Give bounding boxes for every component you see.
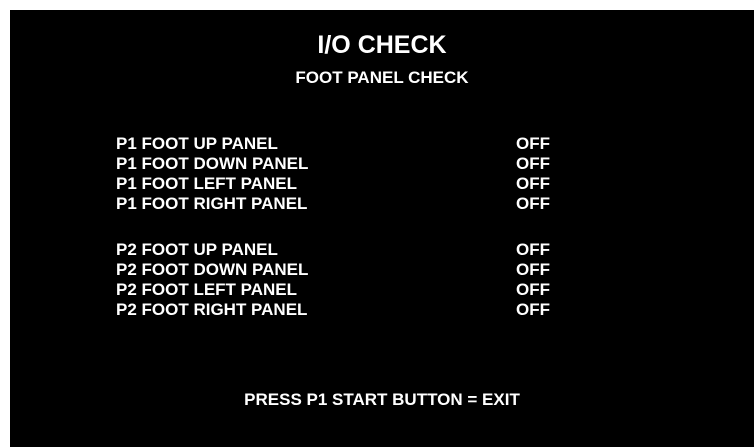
p2-panel-list: P2 FOOT UP PANEL OFF P2 FOOT DOWN PANEL …	[116, 240, 616, 320]
panel-state: OFF	[516, 260, 550, 279]
panel-label: P2 FOOT DOWN PANEL	[116, 260, 309, 279]
panel-row-p2-right: P2 FOOT RIGHT PANEL OFF	[116, 300, 616, 320]
panel-row-p2-down: P2 FOOT DOWN PANEL OFF	[116, 260, 616, 280]
panel-state: OFF	[516, 280, 550, 299]
panel-label: P1 FOOT RIGHT PANEL	[116, 194, 308, 213]
panel-label: P1 FOOT UP PANEL	[116, 134, 278, 153]
io-check-screen: I/O CHECK FOOT PANEL CHECK P1 FOOT UP PA…	[10, 10, 754, 447]
panel-row-p1-up: P1 FOOT UP PANEL OFF	[116, 134, 616, 154]
panel-state: OFF	[516, 194, 550, 213]
panel-row-p1-right: P1 FOOT RIGHT PANEL OFF	[116, 194, 616, 214]
panel-row-p1-left: P1 FOOT LEFT PANEL OFF	[116, 174, 616, 194]
panel-state: OFF	[516, 134, 550, 153]
panel-row-p2-up: P2 FOOT UP PANEL OFF	[116, 240, 616, 260]
exit-instruction: PRESS P1 START BUTTON = EXIT	[244, 390, 520, 409]
panel-label: P2 FOOT RIGHT PANEL	[116, 300, 308, 319]
panel-row-p2-left: P2 FOOT LEFT PANEL OFF	[116, 280, 616, 300]
panel-row-p1-down: P1 FOOT DOWN PANEL OFF	[116, 154, 616, 174]
screen-title: I/O CHECK	[317, 31, 447, 59]
panel-label: P2 FOOT LEFT PANEL	[116, 280, 298, 299]
panel-state: OFF	[516, 154, 550, 173]
panel-label: P2 FOOT UP PANEL	[116, 240, 278, 259]
screen-subtitle: FOOT PANEL CHECK	[295, 68, 469, 87]
p1-panel-list: P1 FOOT UP PANEL OFF P1 FOOT DOWN PANEL …	[116, 134, 616, 214]
panel-state: OFF	[516, 300, 550, 319]
panel-state: OFF	[516, 174, 550, 193]
panel-label: P1 FOOT LEFT PANEL	[116, 174, 298, 193]
panel-state: OFF	[516, 240, 550, 259]
panel-label: P1 FOOT DOWN PANEL	[116, 154, 309, 173]
